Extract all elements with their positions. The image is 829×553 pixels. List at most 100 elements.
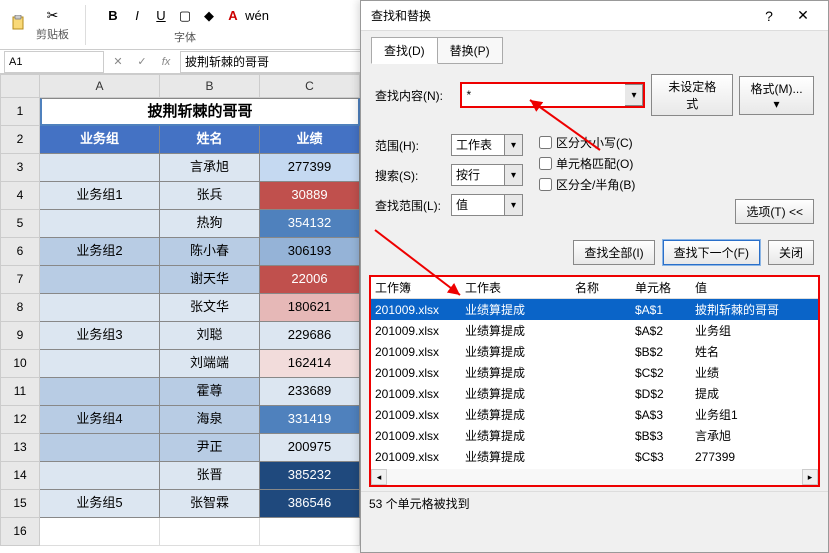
data-cell[interactable]: 业务组2 bbox=[40, 238, 160, 266]
phonetic-button[interactable]: wén bbox=[246, 5, 268, 27]
data-cell[interactable] bbox=[40, 154, 160, 182]
dropdown-button[interactable]: ▾ bbox=[625, 84, 643, 106]
data-cell[interactable]: 张智霖 bbox=[160, 490, 260, 518]
data-cell[interactable]: 张文华 bbox=[160, 294, 260, 322]
result-row[interactable]: 201009.xlsx业绩算提成$A$2业务组 bbox=[371, 320, 818, 341]
data-cell[interactable]: 180621 bbox=[260, 294, 360, 322]
tab-replace[interactable]: 替换(P) bbox=[437, 37, 503, 64]
data-cell[interactable] bbox=[40, 266, 160, 294]
scissors-icon[interactable]: ✂ bbox=[47, 7, 59, 24]
row-header[interactable]: 4 bbox=[0, 182, 40, 210]
data-cell[interactable]: 200975 bbox=[260, 434, 360, 462]
row-header[interactable]: 12 bbox=[0, 406, 40, 434]
row-header[interactable]: 11 bbox=[0, 378, 40, 406]
row-header[interactable]: 8 bbox=[0, 294, 40, 322]
dropdown-button[interactable]: ▾ bbox=[505, 134, 523, 156]
row-header[interactable]: 16 bbox=[0, 518, 40, 546]
data-cell[interactable]: 354132 bbox=[260, 210, 360, 238]
data-cell[interactable]: 277399 bbox=[260, 154, 360, 182]
help-button[interactable]: ? bbox=[754, 6, 784, 26]
data-cell[interactable]: 233689 bbox=[260, 378, 360, 406]
data-cell[interactable] bbox=[40, 434, 160, 462]
scroll-left-button[interactable]: ◂ bbox=[371, 469, 387, 485]
row-header[interactable]: 9 bbox=[0, 322, 40, 350]
data-cell[interactable]: 言承旭 bbox=[160, 154, 260, 182]
result-row[interactable]: 201009.xlsx业绩算提成$B$3言承旭 bbox=[371, 425, 818, 446]
data-cell[interactable]: 30889 bbox=[260, 182, 360, 210]
fx-icon[interactable]: fx bbox=[156, 52, 176, 72]
row-header[interactable]: 6 bbox=[0, 238, 40, 266]
search-mode-select[interactable]: 按行 bbox=[451, 164, 505, 186]
result-row[interactable]: 201009.xlsx业绩算提成$B$2姓名 bbox=[371, 341, 818, 362]
data-cell[interactable]: 162414 bbox=[260, 350, 360, 378]
data-cell[interactable]: 海泉 bbox=[160, 406, 260, 434]
fill-color-button[interactable]: ◆ bbox=[198, 5, 220, 27]
data-cell[interactable] bbox=[40, 350, 160, 378]
col-name[interactable]: 名称 bbox=[571, 277, 631, 298]
data-cell[interactable]: 22006 bbox=[260, 266, 360, 294]
fullhalf-checkbox[interactable] bbox=[539, 178, 552, 191]
select-all-corner[interactable] bbox=[0, 74, 40, 98]
format-button[interactable]: 格式(M)... ▾ bbox=[739, 76, 814, 115]
bold-button[interactable]: B bbox=[102, 5, 124, 27]
dropdown-button[interactable]: ▾ bbox=[505, 164, 523, 186]
row-header[interactable]: 5 bbox=[0, 210, 40, 238]
data-cell[interactable]: 331419 bbox=[260, 406, 360, 434]
find-next-button[interactable]: 查找下一个(F) bbox=[663, 240, 760, 265]
data-cell[interactable] bbox=[40, 462, 160, 490]
scope-select[interactable]: 工作表 bbox=[451, 134, 505, 156]
tab-find[interactable]: 查找(D) bbox=[371, 37, 438, 64]
close-button[interactable]: 关闭 bbox=[768, 240, 814, 265]
data-cell[interactable]: 386546 bbox=[260, 490, 360, 518]
data-cell[interactable]: 霍尊 bbox=[160, 378, 260, 406]
data-cell[interactable]: 尹正 bbox=[160, 434, 260, 462]
result-row[interactable]: 201009.xlsx业绩算提成$D$2提成 bbox=[371, 383, 818, 404]
underline-button[interactable]: U bbox=[150, 5, 172, 27]
data-cell[interactable]: 热狗 bbox=[160, 210, 260, 238]
row-header[interactable]: 14 bbox=[0, 462, 40, 490]
find-all-button[interactable]: 查找全部(I) bbox=[573, 240, 654, 265]
wholecell-checkbox[interactable] bbox=[539, 157, 552, 170]
scroll-right-button[interactable]: ▸ bbox=[802, 469, 818, 485]
row-header[interactable]: 2 bbox=[0, 126, 40, 154]
case-checkbox[interactable] bbox=[539, 136, 552, 149]
data-cell[interactable]: 刘聪 bbox=[160, 322, 260, 350]
paste-button[interactable] bbox=[10, 15, 26, 34]
confirm-icon[interactable]: ✓ bbox=[132, 52, 152, 72]
close-icon[interactable]: ✕ bbox=[788, 6, 818, 26]
result-row[interactable]: 201009.xlsx业绩算提成$A$3业务组1 bbox=[371, 404, 818, 425]
no-format-button[interactable]: 未设定格式 bbox=[651, 74, 733, 116]
data-cell[interactable]: 张晋 bbox=[160, 462, 260, 490]
row-header[interactable]: 3 bbox=[0, 154, 40, 182]
data-cell[interactable] bbox=[40, 294, 160, 322]
row-header[interactable]: 13 bbox=[0, 434, 40, 462]
data-cell[interactable]: 306193 bbox=[260, 238, 360, 266]
result-row[interactable]: 201009.xlsx业绩算提成$A$1披荆斩棘的哥哥 bbox=[371, 299, 818, 320]
col-cell[interactable]: 单元格 bbox=[631, 277, 691, 298]
row-header[interactable]: 10 bbox=[0, 350, 40, 378]
row-header[interactable]: 7 bbox=[0, 266, 40, 294]
empty-cell[interactable] bbox=[160, 518, 260, 546]
border-button[interactable]: ▢ bbox=[174, 5, 196, 27]
lookin-select[interactable]: 值 bbox=[451, 194, 505, 216]
header-cell[interactable]: 业务组 bbox=[40, 126, 160, 154]
col-value[interactable]: 值 bbox=[691, 277, 818, 298]
data-cell[interactable]: 业务组5 bbox=[40, 490, 160, 518]
empty-cell[interactable] bbox=[40, 518, 160, 546]
header-cell[interactable]: 业绩 bbox=[260, 126, 360, 154]
dropdown-button[interactable]: ▾ bbox=[505, 194, 523, 216]
data-cell[interactable]: 229686 bbox=[260, 322, 360, 350]
data-cell[interactable] bbox=[40, 378, 160, 406]
data-cell[interactable]: 业务组4 bbox=[40, 406, 160, 434]
col-worksheet[interactable]: 工作表 bbox=[461, 277, 571, 298]
col-workbook[interactable]: 工作簿 bbox=[371, 277, 461, 298]
col-header-b[interactable]: B bbox=[160, 74, 260, 98]
result-row[interactable]: 201009.xlsx业绩算提成$C$3277399 bbox=[371, 446, 818, 467]
data-cell[interactable]: 张兵 bbox=[160, 182, 260, 210]
data-cell[interactable]: 业务组1 bbox=[40, 182, 160, 210]
name-box[interactable]: A1 bbox=[4, 51, 104, 73]
cancel-icon[interactable]: ✕ bbox=[108, 52, 128, 72]
result-row[interactable]: 201009.xlsx业绩算提成$C$2业绩 bbox=[371, 362, 818, 383]
row-header[interactable]: 1 bbox=[0, 98, 40, 126]
col-header-c[interactable]: C bbox=[260, 74, 360, 98]
